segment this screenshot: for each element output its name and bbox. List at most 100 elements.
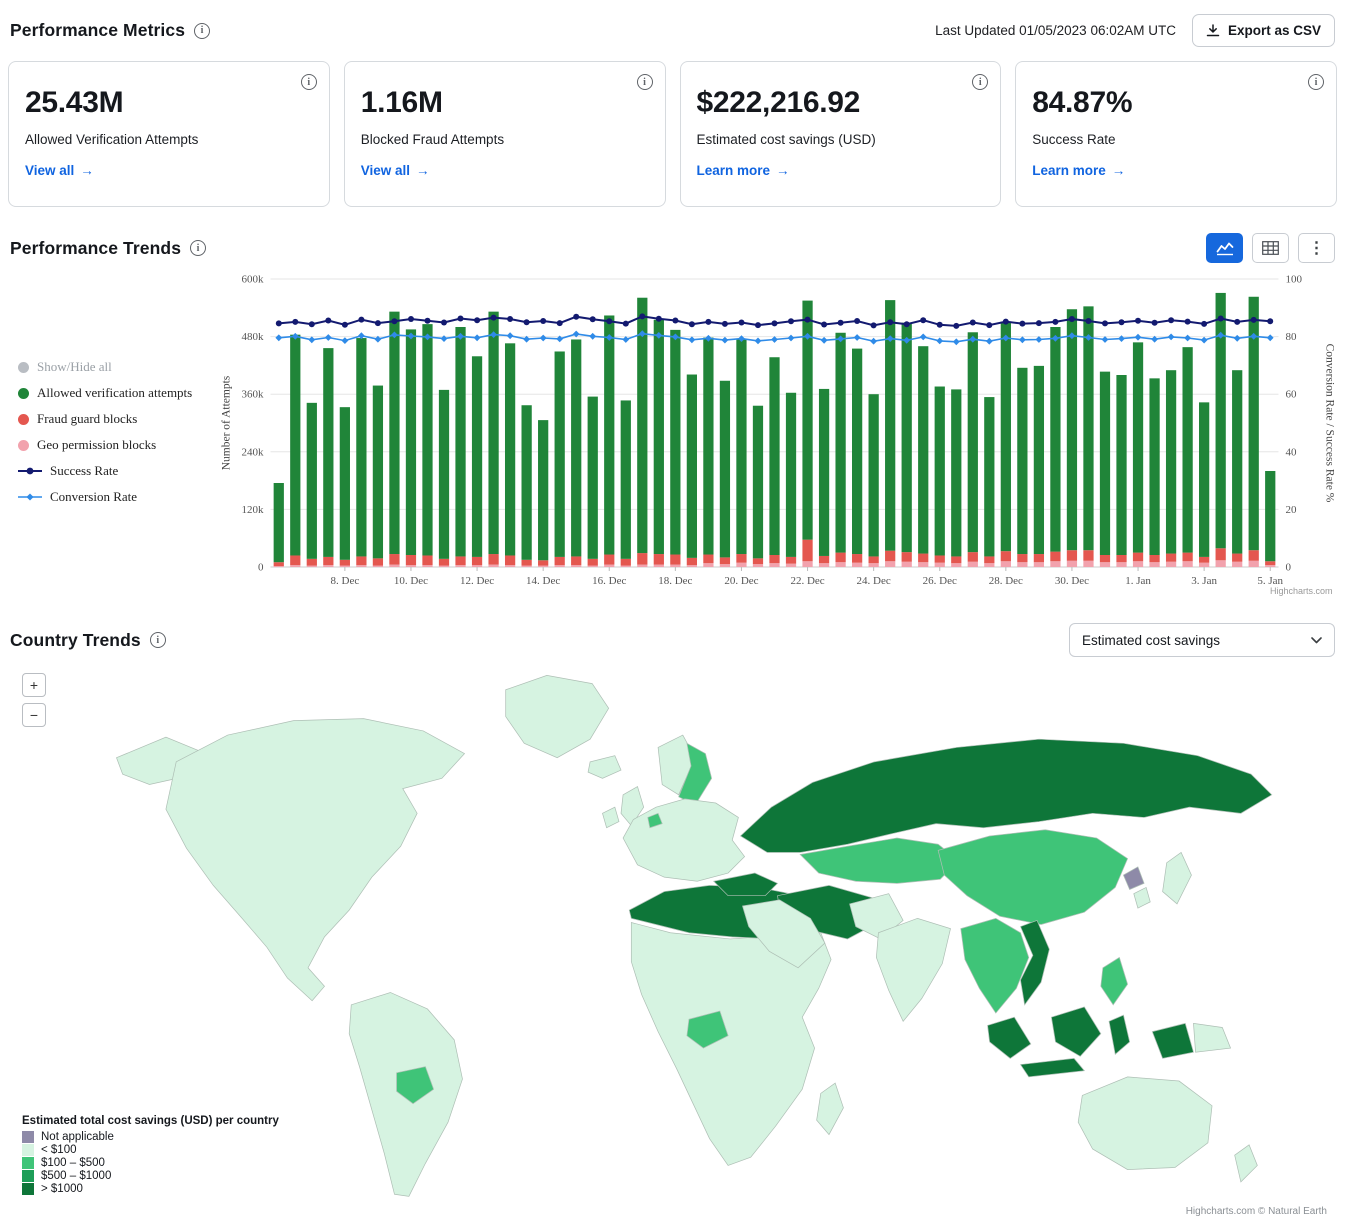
map-legend-rows: Not applicable< $100$100 – $500$500 – $1… [22, 1131, 279, 1195]
metric-value: 84.87% [1032, 86, 1320, 120]
map-region[interactable] [602, 807, 618, 828]
svg-text:20: 20 [1286, 504, 1298, 516]
card-cost-savings: i $222,216.92 Estimated cost savings (US… [680, 61, 1002, 207]
link-label: View all [361, 163, 410, 178]
legend-label: < $100 [41, 1144, 77, 1156]
legend-marker-icon [18, 466, 42, 476]
link-label: Learn more [697, 163, 771, 178]
info-icon[interactable]: i [637, 74, 653, 90]
select-value: Estimated cost savings [1082, 633, 1220, 648]
map-region[interactable] [1051, 1007, 1100, 1056]
section-title: Country Trends [10, 630, 141, 651]
svg-text:28. Dec: 28. Dec [989, 575, 1023, 587]
page-title: Performance Metrics [10, 20, 185, 41]
svg-text:480k: 480k [242, 331, 265, 343]
info-icon[interactable]: i [190, 240, 206, 256]
table-view-button[interactable] [1252, 233, 1289, 263]
map-region[interactable] [938, 830, 1127, 925]
info-icon[interactable]: i [194, 23, 210, 39]
legend-marker-icon [18, 492, 42, 502]
map-region[interactable] [1101, 957, 1128, 1004]
arrow-right-icon: → [80, 163, 94, 178]
chart-toolbar: ⋮ [1206, 233, 1335, 263]
chart-legend-item[interactable]: Fraud guard blocks [18, 411, 216, 427]
svg-text:100: 100 [1286, 274, 1303, 286]
chart-legend-item[interactable]: Allowed verification attempts [18, 385, 216, 401]
map-region[interactable] [817, 1083, 844, 1134]
card-success-rate: i 84.87% Success Rate Learn more→ [1015, 61, 1337, 207]
svg-text:Number of Attempts: Number of Attempts [221, 375, 233, 470]
map-region[interactable] [166, 719, 465, 1001]
download-icon [1206, 24, 1220, 37]
chart-legend-item[interactable]: Show/Hide all [18, 359, 216, 375]
chart-legend-item[interactable]: Geo permission blocks [18, 437, 216, 453]
map-region[interactable] [1134, 887, 1150, 908]
legend-label: > $1000 [41, 1183, 83, 1195]
map-region[interactable] [961, 918, 1029, 1013]
info-icon[interactable]: i [1308, 74, 1324, 90]
svg-text:240k: 240k [242, 446, 265, 458]
svg-text:Highcharts.com: Highcharts.com [1270, 586, 1333, 596]
export-csv-button[interactable]: Export as CSV [1192, 14, 1335, 47]
map-attribution: Highcharts.com © Natural Earth [1186, 1206, 1327, 1217]
map-legend-item: $500 – $1000 [22, 1170, 279, 1182]
map-region[interactable] [506, 675, 609, 757]
svg-text:360k: 360k [242, 389, 265, 401]
svg-text:16. Dec: 16. Dec [592, 575, 626, 587]
learn-more-link[interactable]: Learn more→ [1032, 163, 1125, 178]
metric-value: 1.16M [361, 86, 649, 120]
map-region[interactable] [876, 918, 950, 1021]
legend-swatch [22, 1144, 34, 1156]
map-region[interactable] [588, 756, 621, 779]
info-icon[interactable]: i [150, 632, 166, 648]
map-region[interactable] [1235, 1145, 1258, 1182]
arrow-right-icon: → [776, 163, 790, 178]
metric-label: Allowed Verification Attempts [25, 132, 313, 147]
metric-cards: i 25.43M Allowed Verification Attempts V… [8, 61, 1337, 207]
map-region[interactable] [1152, 1023, 1193, 1058]
chart-view-button[interactable] [1206, 233, 1243, 263]
chart-legend-item[interactable]: Success Rate [18, 463, 216, 479]
more-options-button[interactable]: ⋮ [1298, 233, 1335, 263]
legend-label: Show/Hide all [37, 359, 112, 375]
zoom-in-button[interactable]: + [22, 673, 46, 697]
svg-text:30. Dec: 30. Dec [1055, 575, 1089, 587]
info-icon[interactable]: i [972, 74, 988, 90]
country-trends-map-section: + − Estimated total cost savings (USD) p… [8, 663, 1337, 1219]
legend-label: Allowed verification attempts [37, 385, 192, 401]
svg-text:80: 80 [1286, 331, 1298, 343]
map-legend-item: Not applicable [22, 1131, 279, 1143]
metric-value: 25.43M [25, 86, 313, 120]
chart-legend-item[interactable]: Conversion Rate [18, 489, 216, 505]
map-region[interactable] [1078, 1077, 1212, 1170]
metric-label: Success Rate [1032, 132, 1320, 147]
map-region[interactable] [1123, 867, 1144, 890]
link-label: Learn more [1032, 163, 1106, 178]
svg-text:3. Jan: 3. Jan [1191, 575, 1217, 587]
svg-text:20. Dec: 20. Dec [724, 575, 758, 587]
learn-more-link[interactable]: Learn more → [697, 163, 790, 178]
zoom-out-button[interactable]: − [22, 703, 46, 727]
metric-label: Estimated cost savings (USD) [697, 132, 985, 147]
svg-text:60: 60 [1286, 389, 1298, 401]
map-metric-select[interactable]: Estimated cost savings [1069, 623, 1335, 657]
info-icon[interactable]: i [301, 74, 317, 90]
svg-text:8. Dec: 8. Dec [331, 575, 360, 587]
export-csv-label: Export as CSV [1228, 23, 1321, 38]
map-region[interactable] [1109, 1015, 1130, 1054]
map-region[interactable] [1193, 1023, 1230, 1052]
map-region[interactable] [1021, 1058, 1085, 1077]
legend-marker-icon [18, 440, 29, 451]
legend-label: Conversion Rate [50, 489, 137, 505]
map-region[interactable] [1163, 852, 1192, 903]
svg-text:Conversion Rate / Success Rate: Conversion Rate / Success Rate % [1324, 344, 1336, 503]
svg-text:1. Jan: 1. Jan [1125, 575, 1151, 587]
map-legend: Estimated total cost savings (USD) per c… [22, 1115, 279, 1195]
legend-marker-icon [18, 414, 29, 425]
view-all-link[interactable]: View all→ [25, 163, 94, 178]
performance-trends-chart[interactable]: 0120k240k360k480k600k0204060801008. Dec1… [216, 265, 1337, 597]
svg-text:40: 40 [1286, 446, 1298, 458]
view-all-link[interactable]: View all→ [361, 163, 430, 178]
map-region[interactable] [988, 1017, 1031, 1058]
legend-swatch [22, 1170, 34, 1182]
